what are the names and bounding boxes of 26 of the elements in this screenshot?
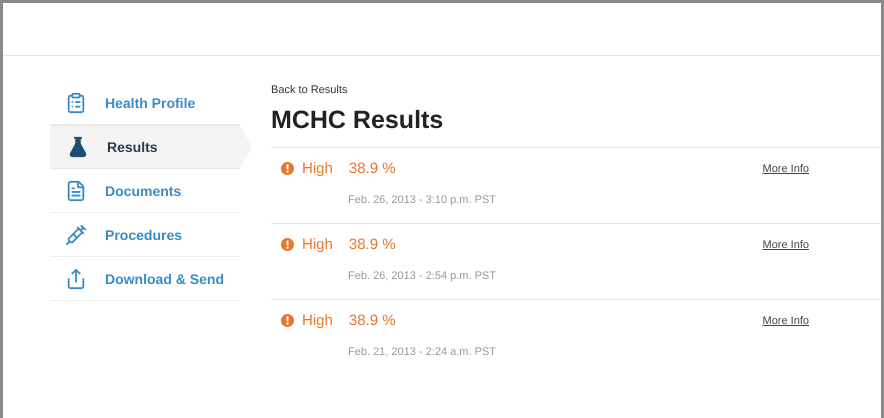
more-info-link[interactable]: More Info <box>762 163 809 175</box>
more-info-link[interactable]: More Info <box>762 239 809 251</box>
alert-icon <box>281 238 294 251</box>
result-value: 38.9 % <box>348 236 396 253</box>
flask-icon <box>67 136 89 158</box>
result-value: 38.9 % <box>348 160 396 177</box>
flag-label: High <box>302 160 333 177</box>
sidebar-item[interactable]: Documents <box>50 169 240 213</box>
result-date: Feb. 26, 2013 - 2:54 p.m. PST <box>348 270 496 282</box>
sidebar-item[interactable]: Procedures <box>50 213 240 257</box>
clipboard-icon <box>65 92 87 114</box>
alert-icon <box>281 162 294 175</box>
page-title: MCHC Results <box>271 106 444 135</box>
alert-icon <box>281 314 294 327</box>
syringe-icon <box>65 224 87 246</box>
flag-label: High <box>302 236 333 253</box>
result-value: 38.9 % <box>348 312 396 329</box>
sidebar-item[interactable]: Results <box>50 125 252 169</box>
result-date: Feb. 21, 2013 - 2:24 a.m. PST <box>348 346 496 358</box>
share-icon <box>65 268 87 290</box>
document-icon <box>65 180 87 202</box>
more-info-link[interactable]: More Info <box>762 315 809 327</box>
back-link[interactable]: Back to Results <box>271 84 348 96</box>
flag-label: High <box>302 312 333 329</box>
sidebar-item[interactable]: Download & Send <box>50 257 240 301</box>
result-date: Feb. 26, 2013 - 3:10 p.m. PST <box>348 194 496 206</box>
